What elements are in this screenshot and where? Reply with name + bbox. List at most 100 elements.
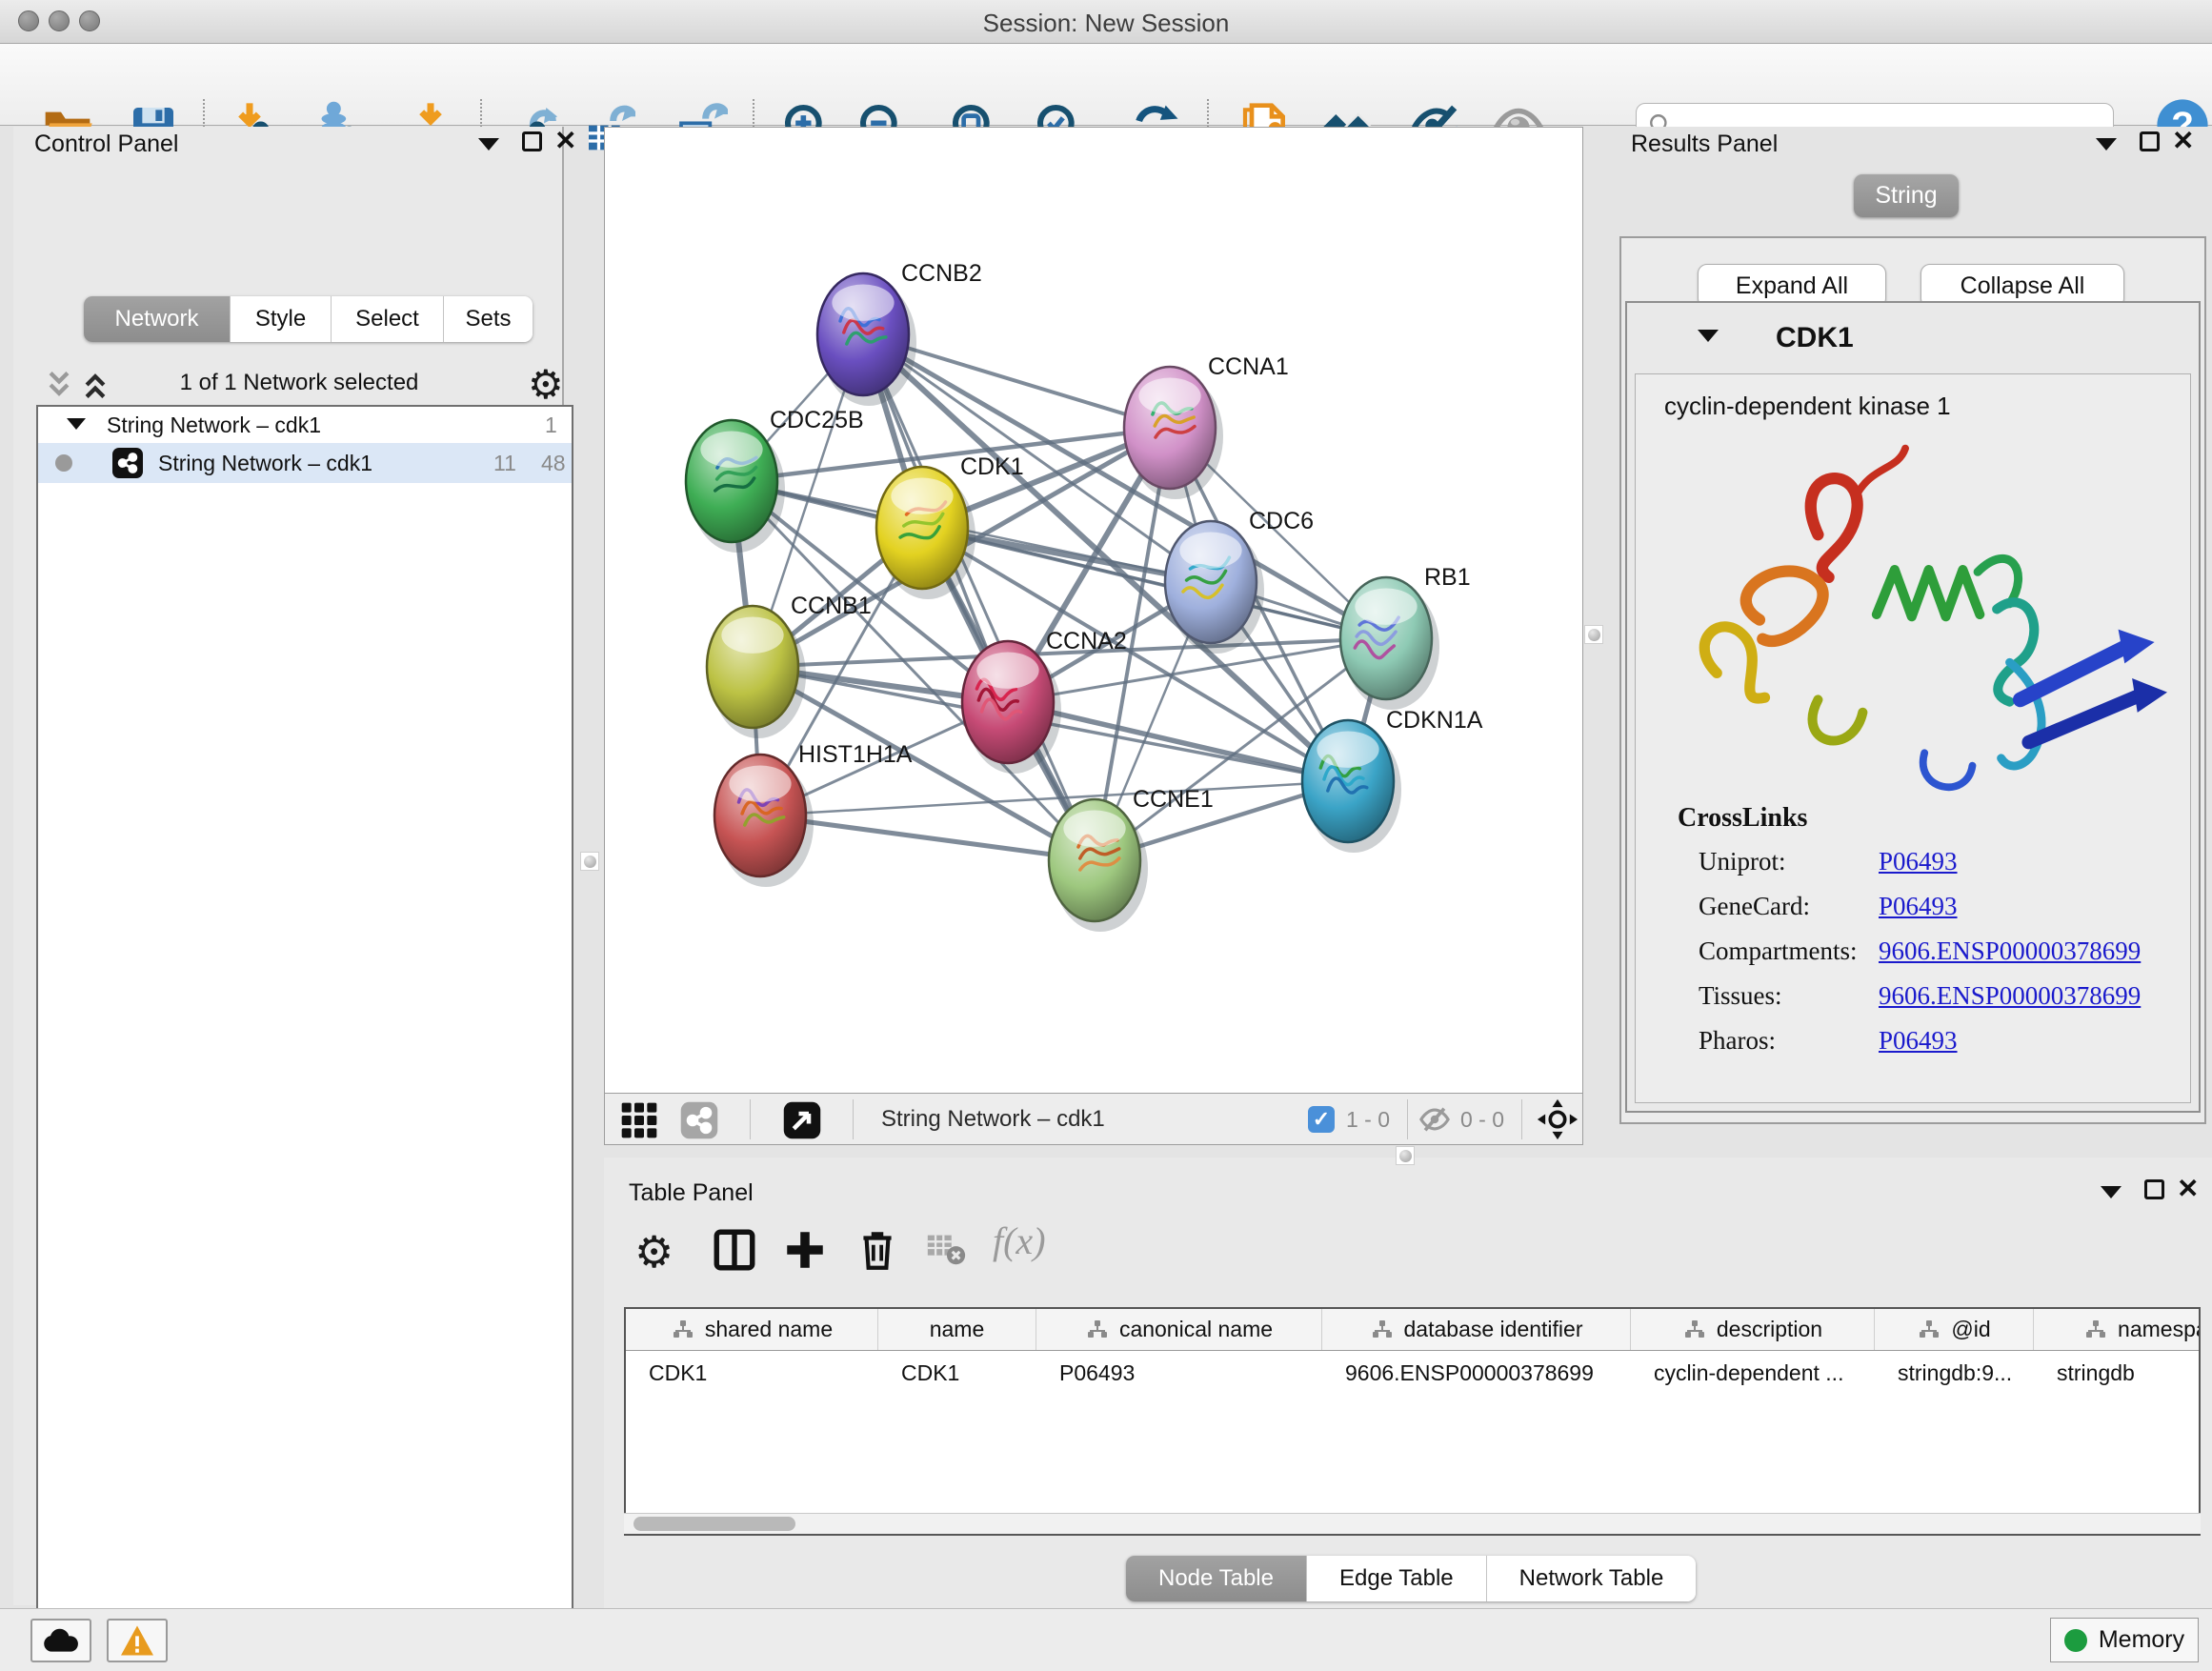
svg-text:CDC25B: CDC25B xyxy=(770,407,864,433)
birdseye-navigate-icon[interactable] xyxy=(1537,1098,1579,1146)
crosslink-label: Uniprot: xyxy=(1699,847,1786,876)
network-view[interactable]: CCNB2CCNA1CDC25BCDK1CDC6RB1CCNB1CCNA2CDK… xyxy=(604,127,1583,1145)
float-panel-icon[interactable] xyxy=(2144,1179,2164,1199)
crosslink-label: Compartments: xyxy=(1699,936,1857,966)
crosslink-link[interactable]: P06493 xyxy=(1879,847,1958,876)
control-panel: Control Panel ✕ Network Style Select Set… xyxy=(13,127,564,1605)
svg-text:CDC6: CDC6 xyxy=(1249,508,1314,534)
control-panel-tabs: Network Style Select Sets xyxy=(84,296,533,342)
crosslinks-heading: CrossLinks xyxy=(1678,803,1807,834)
network-node-count: 11 xyxy=(493,451,516,476)
tab-edge-table[interactable]: Edge Table xyxy=(1307,1556,1487,1601)
float-panel-icon[interactable] xyxy=(522,131,542,151)
node-HIST1H1A: HIST1H1A xyxy=(714,741,913,887)
crosslink-link[interactable]: 9606.ENSP00000378699 xyxy=(1879,981,2141,1011)
main-toolbar: ? xyxy=(0,44,2212,126)
scrollbar-thumb[interactable] xyxy=(633,1517,795,1531)
table-row[interactable]: CDK1 CDK1 P06493 9606.ENSP00000378699 cy… xyxy=(626,1351,2199,1395)
network-label: String Network – cdk1 xyxy=(158,451,372,476)
crosslink-link[interactable]: P06493 xyxy=(1879,892,1958,921)
crosslink-label: GeneCard: xyxy=(1699,892,1810,921)
column-label: @id xyxy=(1951,1317,1990,1342)
network-current-dot-icon xyxy=(55,454,72,472)
network-graph[interactable]: CCNB2CCNA1CDC25BCDK1CDC6RB1CCNB1CCNA2CDK… xyxy=(605,128,1582,1093)
column-header[interactable]: shared name xyxy=(626,1309,878,1350)
nodes: CCNB2CCNA1CDC25BCDK1CDC6RB1CCNB1CCNA2CDK… xyxy=(686,260,1483,932)
column-header[interactable]: name xyxy=(878,1309,1036,1350)
float-panel-icon[interactable] xyxy=(2140,131,2160,151)
network-selection-status: 1 of 1 Network selected xyxy=(36,370,562,396)
panel-menu-icon[interactable] xyxy=(2101,1186,2122,1198)
node-RB1: RB1 xyxy=(1340,564,1471,710)
column-header[interactable]: canonical name xyxy=(1036,1309,1322,1350)
cloud-button[interactable] xyxy=(30,1619,91,1662)
column-header[interactable]: namespace xyxy=(2034,1309,2201,1350)
shared-column-icon xyxy=(2083,1319,2108,1341)
tab-network-table[interactable]: Network Table xyxy=(1487,1556,1697,1601)
tab-node-table[interactable]: Node Table xyxy=(1126,1556,1307,1601)
cytoscape-window: Session: New Session xyxy=(0,0,2212,1671)
memory-button[interactable]: Memory xyxy=(2050,1618,2199,1662)
svg-text:RB1: RB1 xyxy=(1424,564,1471,591)
warning-icon xyxy=(119,1624,155,1657)
splitter-handle[interactable] xyxy=(580,852,599,871)
tab-string[interactable]: String xyxy=(1854,174,1959,217)
column-header[interactable]: database identifier xyxy=(1322,1309,1631,1350)
delete-table-icon[interactable] xyxy=(924,1226,974,1276)
show-columns-icon[interactable] xyxy=(711,1226,760,1276)
hidden-eye-icon[interactable] xyxy=(1417,1103,1453,1141)
cell-canonical-name[interactable]: P06493 xyxy=(1036,1351,1322,1395)
warnings-button[interactable] xyxy=(107,1619,168,1662)
collection-expand-icon[interactable] xyxy=(67,418,86,430)
table-tabs: Node Table Edge Table Network Table xyxy=(1126,1556,1696,1601)
collection-label: String Network – cdk1 xyxy=(107,413,321,438)
gear-icon[interactable]: ⚙ xyxy=(528,361,564,408)
crosslink-link[interactable]: P06493 xyxy=(1879,1026,1958,1056)
open-view-in-window-icon[interactable] xyxy=(782,1100,822,1146)
close-panel-icon[interactable]: ✕ xyxy=(554,131,576,151)
network-share-icon[interactable] xyxy=(679,1100,719,1146)
column-header[interactable]: description xyxy=(1631,1309,1875,1350)
cell-name[interactable]: CDK1 xyxy=(878,1351,1036,1395)
memory-status-icon xyxy=(2064,1629,2087,1652)
column-label: name xyxy=(930,1317,985,1342)
crosslink-label: Pharos: xyxy=(1699,1026,1776,1056)
tab-sets[interactable]: Sets xyxy=(444,296,533,342)
selected-checkbox-icon[interactable]: ✓ xyxy=(1308,1106,1335,1133)
network-row[interactable]: String Network – cdk1 11 48 xyxy=(38,443,572,483)
table-options-gear-icon[interactable]: ⚙ xyxy=(634,1226,684,1276)
close-panel-icon[interactable]: ✕ xyxy=(2172,131,2194,151)
delete-column-icon[interactable] xyxy=(854,1226,903,1276)
tab-style[interactable]: Style xyxy=(231,296,332,342)
tab-network[interactable]: Network xyxy=(84,296,231,342)
collection-count: 1 xyxy=(545,413,557,438)
gene-section-header[interactable]: CDK1 xyxy=(1627,303,2199,373)
svg-text:CCNA2: CCNA2 xyxy=(1046,628,1127,654)
panel-menu-icon[interactable] xyxy=(2096,138,2117,151)
crosslink-label: Tissues: xyxy=(1699,981,1782,1011)
node-table: shared name name canonical name database… xyxy=(624,1307,2201,1536)
titlebar: Session: New Session xyxy=(0,0,2212,44)
node-CCNB2: CCNB2 xyxy=(817,260,982,406)
grid-view-icon[interactable] xyxy=(620,1101,658,1145)
cell-namespace[interactable]: stringdb xyxy=(2034,1351,2201,1395)
panel-menu-icon[interactable] xyxy=(478,138,499,151)
crosslink-row: Compartments: 9606.ENSP00000378699 xyxy=(1636,936,2190,980)
create-column-icon[interactable] xyxy=(781,1226,831,1276)
cell-description[interactable]: cyclin-dependent ... xyxy=(1631,1351,1875,1395)
cell-at-id[interactable]: stringdb:9... xyxy=(1875,1351,2034,1395)
table-horizontal-scrollbar[interactable] xyxy=(624,1513,2201,1534)
crosslink-link[interactable]: 9606.ENSP00000378699 xyxy=(1879,936,2141,966)
gene-collapse-icon[interactable] xyxy=(1698,330,1719,342)
function-builder-icon[interactable]: f(x) xyxy=(993,1218,1042,1268)
network-collection-row[interactable]: String Network – cdk1 1 xyxy=(38,409,572,443)
splitter-handle[interactable] xyxy=(1584,625,1603,644)
node-CDC25B: CDC25B xyxy=(686,407,864,553)
splitter-handle[interactable] xyxy=(1396,1146,1415,1165)
cell-database-identifier[interactable]: 9606.ENSP00000378699 xyxy=(1322,1351,1631,1395)
svg-text:CCNE1: CCNE1 xyxy=(1133,786,1214,813)
column-header[interactable]: @id xyxy=(1875,1309,2034,1350)
cell-shared-name[interactable]: CDK1 xyxy=(626,1351,878,1395)
close-panel-icon[interactable]: ✕ xyxy=(2177,1179,2199,1198)
tab-select[interactable]: Select xyxy=(332,296,444,342)
